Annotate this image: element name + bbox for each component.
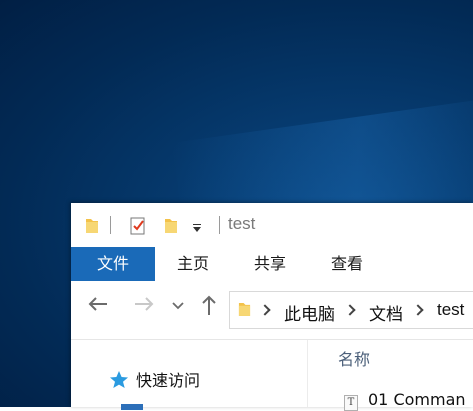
- recent-locations-chevron-icon[interactable]: [172, 302, 184, 310]
- this-pc-icon[interactable]: [121, 404, 143, 410]
- pane-divider[interactable]: [307, 340, 308, 407]
- new-folder-icon[interactable]: [164, 217, 178, 234]
- text-file-icon: T: [344, 395, 358, 411]
- breadcrumb-this-pc[interactable]: 此电脑: [284, 300, 335, 325]
- column-header-name[interactable]: 名称: [338, 346, 370, 370]
- window-title: test: [228, 214, 256, 233]
- tab-file[interactable]: 文件: [71, 247, 155, 281]
- tab-home[interactable]: 主页: [155, 247, 231, 281]
- quick-access-label[interactable]: 快速访问: [136, 367, 200, 391]
- tab-share[interactable]: 共享: [231, 247, 309, 281]
- tab-view[interactable]: 查看: [309, 247, 385, 281]
- breadcrumb-arrow-icon[interactable]: [259, 304, 271, 316]
- back-arrow-icon[interactable]: [87, 296, 109, 312]
- customize-toolbar-dropdown-icon[interactable]: [193, 227, 201, 232]
- title-separator: [219, 216, 220, 234]
- breadcrumb-arrow-icon[interactable]: [344, 304, 356, 316]
- toolbar-separator: [110, 216, 111, 234]
- file-name[interactable]: 01 Comman: [368, 390, 466, 409]
- customize-toolbar-bar: [193, 224, 201, 225]
- up-arrow-icon[interactable]: [201, 294, 217, 316]
- folder-icon: [86, 219, 98, 233]
- properties-icon[interactable]: [130, 216, 147, 235]
- title-bar: test: [71, 203, 473, 247]
- address-path-box[interactable]: 此电脑 文档 test: [229, 291, 473, 329]
- star-icon: [110, 371, 128, 388]
- folder-icon: [238, 302, 251, 316]
- ribbon-tabs: 文件 主页 共享 查看: [71, 247, 473, 281]
- breadcrumb-test[interactable]: test: [437, 300, 464, 320]
- breadcrumb-arrow-icon[interactable]: [412, 304, 424, 316]
- breadcrumb-documents[interactable]: 文档: [369, 300, 403, 325]
- forward-arrow-icon[interactable]: [133, 296, 155, 312]
- file-explorer-window[interactable]: test 文件 主页 共享 查看 此电脑 文档 test 快速访问 名称 T 0…: [71, 203, 473, 411]
